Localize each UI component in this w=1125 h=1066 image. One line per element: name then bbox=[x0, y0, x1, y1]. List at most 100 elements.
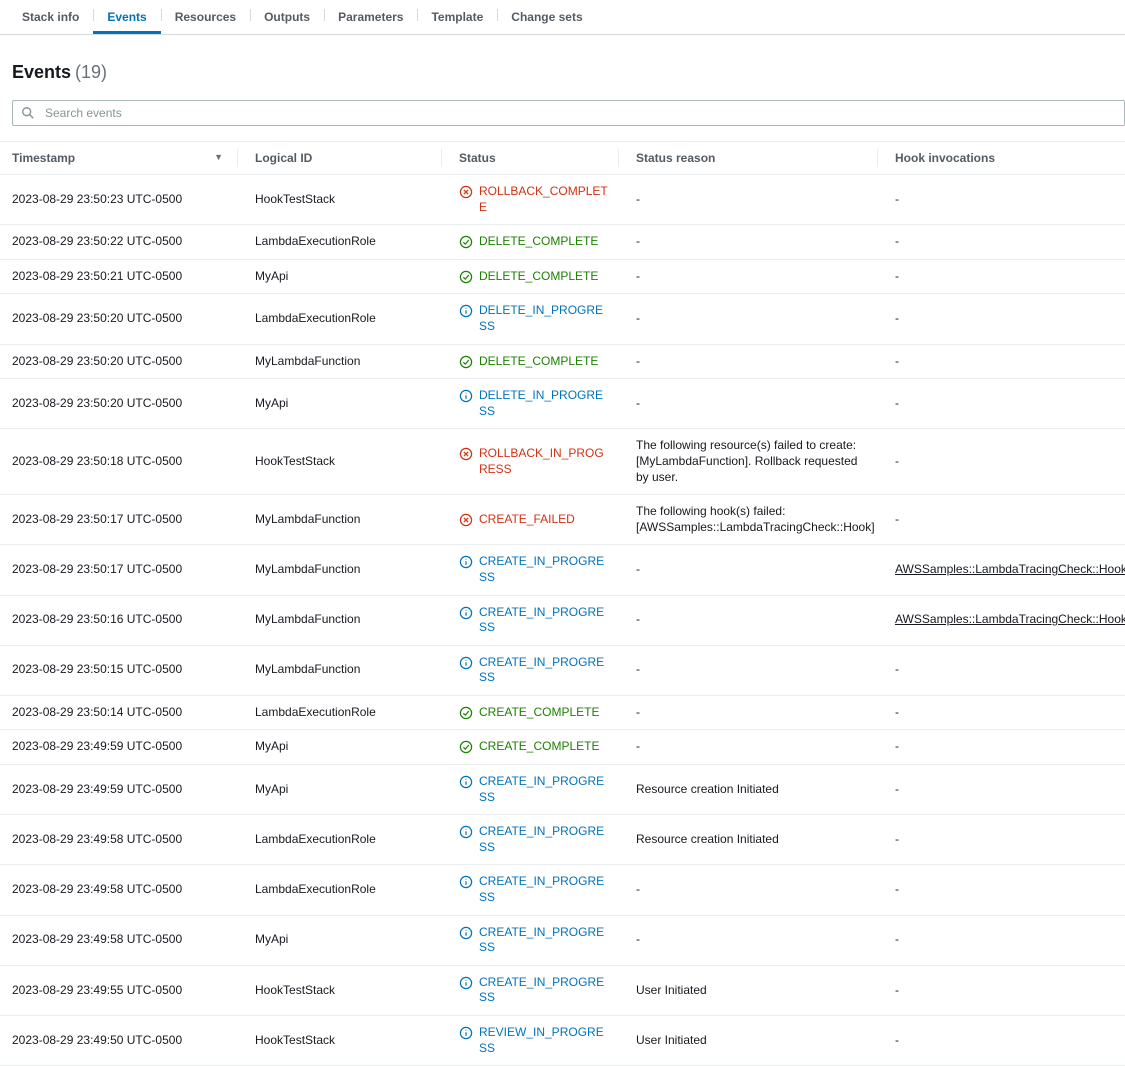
status-label: CREATE_IN_PROGRESS bbox=[479, 605, 608, 636]
status-reason-cell: Resource creation Initiated bbox=[618, 765, 877, 815]
table-row: 2023-08-29 23:50:15 UTC-0500 MyLambdaFun… bbox=[0, 645, 1125, 695]
hook-invocation-link[interactable]: AWSSamples::LambdaTracingCheck::Hook bbox=[895, 612, 1125, 626]
table-header-row: Timestamp ▼ Logical ID Status Status rea… bbox=[0, 142, 1125, 175]
timestamp-cell: 2023-08-29 23:50:18 UTC-0500 bbox=[0, 429, 237, 495]
status-label: CREATE_COMPLETE bbox=[479, 705, 599, 721]
tab-label: Outputs bbox=[264, 10, 310, 24]
tab-label: Change sets bbox=[511, 10, 582, 24]
status-cell: CREATE_IN_PROGRESS bbox=[441, 815, 618, 865]
logical-id-cell: HookTestStack bbox=[237, 965, 441, 1015]
status-cell: DELETE_COMPLETE bbox=[441, 344, 618, 379]
status-cell: CREATE_IN_PROGRESS bbox=[441, 645, 618, 695]
status-reason-cell: - bbox=[618, 344, 877, 379]
hook-invocations-cell: - bbox=[877, 965, 1125, 1015]
status-label: DELETE_IN_PROGRESS bbox=[479, 388, 608, 419]
table-row: 2023-08-29 23:50:16 UTC-0500 MyLambdaFun… bbox=[0, 595, 1125, 645]
tab-template[interactable]: Template bbox=[417, 0, 497, 34]
column-header-hook-invocations: Hook invocations bbox=[877, 142, 1125, 175]
status-label: CREATE_IN_PROGRESS bbox=[479, 925, 608, 956]
logical-id-cell: MyApi bbox=[237, 379, 441, 429]
status-reason-cell: The following hook(s) failed: [AWSSample… bbox=[618, 495, 877, 545]
logical-id-cell: HookTestStack bbox=[237, 429, 441, 495]
circle-info-icon bbox=[459, 656, 473, 670]
timestamp-cell: 2023-08-29 23:49:55 UTC-0500 bbox=[0, 965, 237, 1015]
hook-invocations-cell: AWSSamples::LambdaTracingCheck::Hook bbox=[877, 595, 1125, 645]
logical-id-cell: LambdaExecutionRole bbox=[237, 225, 441, 260]
status-reason-cell: User Initiated bbox=[618, 965, 877, 1015]
hook-invocations-cell: AWSSamples::LambdaTracingCheck::Hook bbox=[877, 545, 1125, 595]
hook-invocations-cell: - bbox=[877, 730, 1125, 765]
status-reason-cell: - bbox=[618, 294, 877, 344]
timestamp-cell: 2023-08-29 23:50:16 UTC-0500 bbox=[0, 595, 237, 645]
table-row: 2023-08-29 23:49:58 UTC-0500 LambdaExecu… bbox=[0, 865, 1125, 915]
column-header-status-reason: Status reason bbox=[618, 142, 877, 175]
status-label: CREATE_IN_PROGRESS bbox=[479, 554, 608, 585]
tab-label: Template bbox=[431, 10, 483, 24]
status-cell: CREATE_COMPLETE bbox=[441, 695, 618, 730]
sort-descending-icon[interactable]: ▼ bbox=[214, 152, 223, 162]
timestamp-cell: 2023-08-29 23:50:14 UTC-0500 bbox=[0, 695, 237, 730]
events-table-wrap: Timestamp ▼ Logical ID Status Status rea… bbox=[0, 141, 1125, 1066]
tab-resources[interactable]: Resources bbox=[161, 0, 250, 34]
hook-invocations-cell: - bbox=[877, 259, 1125, 294]
status-cell: CREATE_IN_PROGRESS bbox=[441, 765, 618, 815]
table-row: 2023-08-29 23:50:20 UTC-0500 LambdaExecu… bbox=[0, 294, 1125, 344]
status-label: ROLLBACK_COMPLETE bbox=[479, 184, 608, 215]
circle-info-icon bbox=[459, 926, 473, 940]
circle-info-icon bbox=[459, 825, 473, 839]
tab-outputs[interactable]: Outputs bbox=[250, 0, 324, 34]
status-cell: CREATE_IN_PROGRESS bbox=[441, 915, 618, 965]
circle-info-icon bbox=[459, 775, 473, 789]
search-input[interactable] bbox=[12, 100, 1125, 126]
logical-id-cell: LambdaExecutionRole bbox=[237, 294, 441, 344]
circle-info-icon bbox=[459, 304, 473, 318]
column-header-status: Status bbox=[441, 142, 618, 175]
tab-parameters[interactable]: Parameters bbox=[324, 0, 417, 34]
tab-stack-info[interactable]: Stack info bbox=[8, 0, 93, 34]
timestamp-cell: 2023-08-29 23:49:58 UTC-0500 bbox=[0, 865, 237, 915]
table-row: 2023-08-29 23:49:58 UTC-0500 LambdaExecu… bbox=[0, 815, 1125, 865]
tab-label: Events bbox=[107, 10, 146, 24]
tab-label: Parameters bbox=[338, 10, 403, 24]
timestamp-cell: 2023-08-29 23:50:23 UTC-0500 bbox=[0, 175, 237, 225]
column-header-timestamp[interactable]: Timestamp ▼ bbox=[0, 142, 237, 175]
status-label: CREATE_COMPLETE bbox=[479, 739, 599, 755]
events-count: (19) bbox=[75, 62, 107, 82]
status-reason-cell: The following resource(s) failed to crea… bbox=[618, 429, 877, 495]
status-label: DELETE_COMPLETE bbox=[479, 234, 598, 250]
status-reason-cell: - bbox=[618, 695, 877, 730]
logical-id-cell: MyLambdaFunction bbox=[237, 495, 441, 545]
status-cell: CREATE_IN_PROGRESS bbox=[441, 545, 618, 595]
logical-id-cell: MyApi bbox=[237, 765, 441, 815]
circle-x-icon bbox=[459, 513, 473, 527]
logical-id-cell: MyApi bbox=[237, 915, 441, 965]
column-header-logical-id: Logical ID bbox=[237, 142, 441, 175]
status-cell: DELETE_COMPLETE bbox=[441, 225, 618, 260]
hook-invocations-cell: - bbox=[877, 695, 1125, 730]
circle-info-icon bbox=[459, 389, 473, 403]
timestamp-cell: 2023-08-29 23:50:17 UTC-0500 bbox=[0, 495, 237, 545]
circle-check-icon bbox=[459, 235, 473, 249]
events-title: Events bbox=[12, 62, 71, 82]
search-box bbox=[12, 100, 1125, 126]
hook-invocations-cell: - bbox=[877, 429, 1125, 495]
tab-change-sets[interactable]: Change sets bbox=[497, 0, 596, 34]
timestamp-cell: 2023-08-29 23:50:17 UTC-0500 bbox=[0, 545, 237, 595]
table-row: 2023-08-29 23:50:20 UTC-0500 MyApi DELET… bbox=[0, 379, 1125, 429]
status-cell: DELETE_IN_PROGRESS bbox=[441, 379, 618, 429]
table-row: 2023-08-29 23:50:18 UTC-0500 HookTestSta… bbox=[0, 429, 1125, 495]
tab-events[interactable]: Events bbox=[93, 0, 160, 34]
status-cell: CREATE_COMPLETE bbox=[441, 730, 618, 765]
logical-id-cell: HookTestStack bbox=[237, 175, 441, 225]
status-label: DELETE_COMPLETE bbox=[479, 269, 598, 285]
circle-info-icon bbox=[459, 1026, 473, 1040]
logical-id-cell: LambdaExecutionRole bbox=[237, 695, 441, 730]
circle-info-icon bbox=[459, 606, 473, 620]
hook-invocation-link[interactable]: AWSSamples::LambdaTracingCheck::Hook bbox=[895, 562, 1125, 576]
table-row: 2023-08-29 23:49:50 UTC-0500 HookTestSta… bbox=[0, 1016, 1125, 1066]
table-row: 2023-08-29 23:49:59 UTC-0500 MyApi CREAT… bbox=[0, 730, 1125, 765]
circle-x-icon bbox=[459, 185, 473, 199]
page-title: Events(19) bbox=[12, 62, 1113, 83]
status-cell: CREATE_IN_PROGRESS bbox=[441, 865, 618, 915]
timestamp-cell: 2023-08-29 23:50:22 UTC-0500 bbox=[0, 225, 237, 260]
